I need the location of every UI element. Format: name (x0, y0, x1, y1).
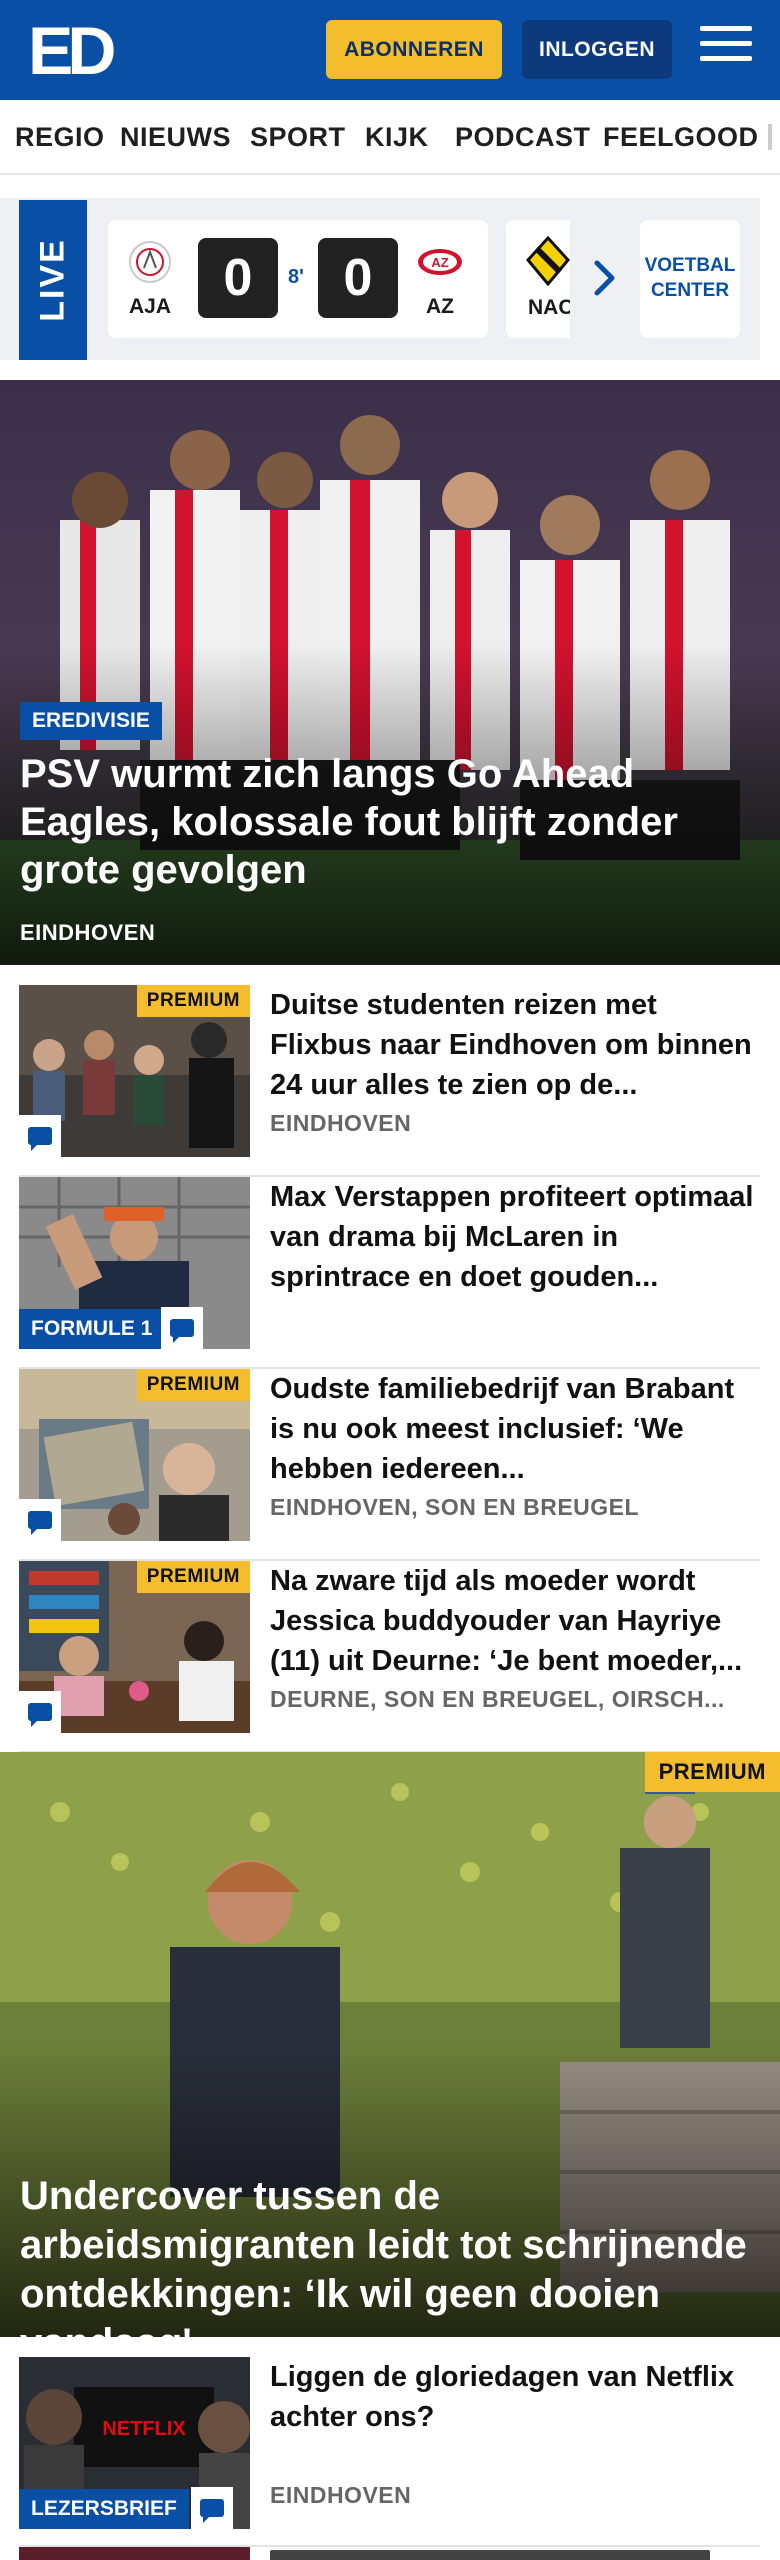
match-minute: 8' (288, 266, 304, 288)
article-title[interactable]: Max Verstappen profiteert optimaal van d… (270, 1177, 760, 1297)
hero-article[interactable]: EREDIVISIE PSV wurmt zich langs Go Ahead… (0, 380, 780, 965)
article-thumbnail[interactable]: FORMULE 1 (19, 1177, 250, 1349)
feature-article[interactable]: PREMIUM Undercover tussen de arbeidsmigr… (0, 1752, 780, 2337)
site-header: ED ABONNEREN INLOGGEN (0, 0, 780, 100)
article-item[interactable]: FORMULE 1 Max Verstappen profiteert opti… (19, 1177, 760, 1369)
next-club-abbr: NAC (528, 296, 570, 319)
article-title[interactable]: Na zware tijd als moeder wordt Jessica b… (270, 1561, 760, 1681)
comment-icon[interactable] (161, 1307, 203, 1349)
article-thumbnail[interactable]: NETFLIX LEZERSBRIEF (19, 2357, 250, 2529)
article-location: EINDHOVEN, SON EN BREUGEL (270, 1494, 640, 1520)
premium-badge: PREMIUM (136, 985, 250, 1017)
premium-badge: PREMIUM (644, 1752, 780, 1792)
home-club-abbr: AJA (128, 295, 171, 318)
comment-icon[interactable] (19, 1691, 61, 1733)
article-location: EINDHOVEN (270, 2482, 412, 2508)
article-title[interactable]: Liggen de gloriedagen van Netflix achter… (270, 2357, 760, 2437)
nav-item-nieuws[interactable]: NIEUWS (120, 122, 231, 153)
article-title[interactable]: Oudste familiebedrijf van Brabant is nu … (270, 1369, 760, 1489)
nav-item-podcast[interactable]: PODCAST (455, 122, 591, 153)
article-location: EINDHOVEN (270, 1110, 412, 1136)
ajax-crest-icon (129, 241, 171, 283)
svg-text:AZ: AZ (431, 255, 448, 270)
svg-text:NETFLIX: NETFLIX (102, 2418, 186, 2440)
live-match-card[interactable]: AJA 0 8' 0 AZ AZ (108, 220, 488, 338)
home-club: AJA (120, 238, 180, 319)
article-thumbnail[interactable]: PREMIUM (19, 985, 250, 1157)
login-button[interactable]: INLOGGEN (522, 20, 672, 79)
hero-category-tag[interactable]: EREDIVISIE (20, 702, 162, 740)
nav-item-kijk[interactable]: KIJK (365, 122, 429, 153)
az-crest-icon: AZ (418, 249, 462, 275)
feature-headline[interactable]: Undercover tussen de arbeidsmigranten le… (20, 2172, 770, 2337)
nav-item-feelgood[interactable]: FEELGOOD (603, 122, 759, 153)
next-article-title[interactable] (270, 2550, 710, 2560)
comment-icon[interactable] (191, 2487, 233, 2529)
nav-scroll-indicator (768, 124, 772, 150)
premium-badge: PREMIUM (136, 1561, 250, 1593)
svg-text:ED: ED (28, 16, 114, 82)
away-score: 0 (318, 238, 398, 318)
live-label: LIVE (19, 200, 87, 360)
hero-location: EINDHOVEN (20, 920, 156, 945)
hero-headline[interactable]: PSV wurmt zich langs Go Ahead Eagles, ko… (20, 750, 760, 894)
article-thumbnail[interactable]: PREMIUM (19, 1561, 250, 1733)
voetbal-center-link[interactable]: VOETBAL CENTER (640, 220, 740, 338)
comment-icon[interactable] (19, 1115, 61, 1157)
subscribe-button[interactable]: ABONNEREN (326, 20, 502, 79)
article-location: DEURNE, SON EN BREUGEL, OIRSCH... (270, 1686, 725, 1712)
away-club: AZ AZ (410, 238, 470, 319)
nac-crest-icon (526, 236, 570, 286)
chevron-right-icon[interactable] (590, 258, 620, 298)
article-category-tag[interactable]: LEZERSBRIEF (19, 2489, 189, 2529)
article-item[interactable]: PREMIUM Duitse studenten reizen met Flix… (19, 985, 760, 1177)
nav-item-regio[interactable]: REGIO (15, 122, 105, 153)
comment-icon[interactable] (19, 1499, 61, 1541)
article-item[interactable]: NETFLIX LEZERSBRIEF Liggen de gloriedage… (19, 2357, 760, 2547)
article-thumbnail[interactable]: PREMIUM (19, 1369, 250, 1541)
article-title[interactable]: Duitse studenten reizen met Flixbus naar… (270, 985, 760, 1105)
nav-item-sport[interactable]: SPORT (250, 122, 346, 153)
home-score: 0 (198, 238, 278, 318)
next-article-thumbnail[interactable] (19, 2547, 250, 2560)
next-match-card[interactable]: NAC (506, 220, 570, 338)
away-club-abbr: AZ (426, 295, 454, 318)
ed-logo[interactable]: ED (26, 16, 116, 82)
main-nav: REGIO NIEUWS SPORT KIJK PODCAST FEELGOOD (0, 100, 780, 175)
article-category-tag[interactable]: FORMULE 1 (19, 1309, 165, 1349)
premium-badge: PREMIUM (136, 1369, 250, 1401)
article-item[interactable]: PREMIUM Oudste familiebedrijf van Braban… (19, 1369, 760, 1561)
article-item[interactable]: PREMIUM Na zware tijd als moeder wordt J… (19, 1561, 760, 1753)
hamburger-menu-icon[interactable] (700, 26, 752, 72)
